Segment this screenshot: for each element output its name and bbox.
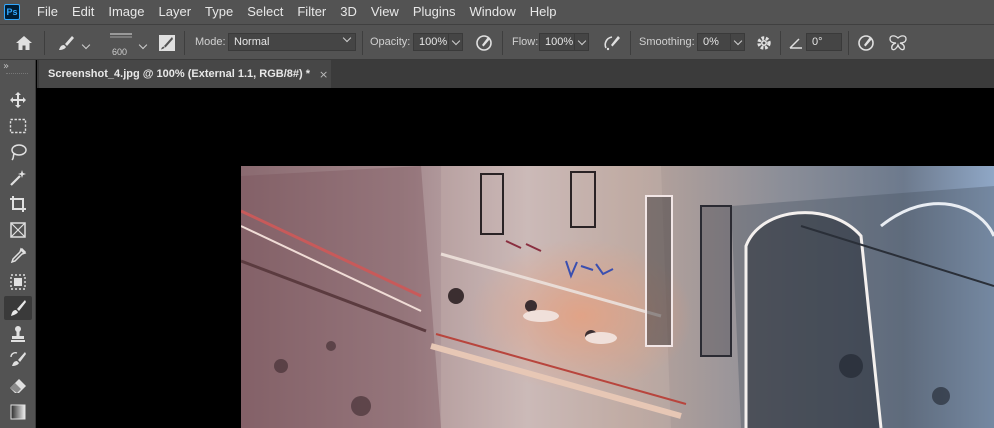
frame-icon[interactable] — [4, 218, 32, 242]
separator — [362, 31, 363, 55]
menu-view[interactable]: View — [364, 0, 406, 24]
opacity-input[interactable]: 100% — [413, 33, 449, 51]
airbrush-icon[interactable] — [602, 33, 622, 53]
blend-mode-value: Normal — [234, 36, 270, 48]
flow-label: Flow: — [512, 36, 539, 48]
document-tab-bar: Screenshot_4.jpg @ 100% (External 1.1, R… — [37, 60, 994, 88]
home-icon[interactable] — [14, 33, 34, 53]
rectangular-marquee-icon[interactable] — [4, 114, 32, 138]
separator — [848, 31, 849, 55]
brush-settings-panel-icon[interactable] — [157, 33, 177, 53]
painted-building-image — [241, 166, 994, 428]
menu-file[interactable]: File — [30, 0, 65, 24]
tools-panel: » — [0, 60, 36, 428]
menu-image[interactable]: Image — [101, 0, 151, 24]
pressure-size-icon[interactable] — [856, 33, 876, 53]
flow-dropdown[interactable] — [575, 33, 589, 51]
chevron-down-icon — [577, 36, 586, 46]
flow-input[interactable]: 100% — [539, 33, 575, 51]
angle-input[interactable]: 0° — [806, 33, 842, 51]
separator — [184, 31, 185, 55]
smoothing-label: Smoothing: — [639, 36, 695, 48]
pressure-opacity-icon[interactable] — [474, 33, 494, 53]
move-tool-icon[interactable] — [4, 88, 32, 112]
document-tab[interactable]: Screenshot_4.jpg @ 100% (External 1.1, R… — [39, 60, 331, 88]
smoothing-input[interactable]: 0% — [697, 33, 731, 51]
magic-wand-icon[interactable] — [4, 166, 32, 190]
chevron-down-icon — [342, 33, 352, 43]
opacity-label: Opacity: — [370, 36, 411, 48]
canvas-area[interactable] — [37, 88, 994, 428]
close-icon[interactable]: × — [319, 68, 328, 81]
history-brush-icon[interactable] — [4, 348, 32, 372]
menu-type[interactable]: Type — [198, 0, 240, 24]
separator — [630, 31, 631, 55]
brush-icon[interactable] — [4, 296, 32, 320]
brush-preset-icon[interactable] — [56, 33, 76, 53]
angle-icon — [786, 33, 806, 53]
options-bar: 600 Mode: Normal Opacity: 100% Flow: 100… — [0, 24, 994, 60]
menu-window[interactable]: Window — [462, 0, 522, 24]
gradient-icon[interactable] — [4, 400, 32, 424]
panel-grip[interactable] — [6, 73, 28, 75]
brush-tip-preview-icon[interactable] — [108, 29, 134, 43]
menu-bar: Ps File Edit Image Layer Type Select Fil… — [0, 0, 994, 24]
document-tab-title: Screenshot_4.jpg @ 100% (External 1.1, R… — [48, 68, 310, 80]
separator — [780, 31, 781, 55]
menu-select[interactable]: Select — [240, 0, 290, 24]
mode-label: Mode: — [195, 36, 226, 48]
document-image[interactable] — [241, 166, 994, 428]
clone-stamp-icon[interactable] — [4, 322, 32, 346]
crop-icon[interactable] — [4, 192, 32, 216]
smoothing-dropdown[interactable] — [731, 33, 745, 51]
blend-mode-select[interactable]: Normal — [228, 33, 356, 51]
chevron-down-icon — [733, 36, 742, 46]
menu-3d[interactable]: 3D — [333, 0, 364, 24]
healing-brush-icon[interactable] — [4, 270, 32, 294]
separator — [44, 31, 45, 55]
menu-edit[interactable]: Edit — [65, 0, 101, 24]
photoshop-logo: Ps — [4, 4, 20, 20]
lasso-icon[interactable] — [4, 140, 32, 164]
smoothing-options-gear-icon[interactable] — [754, 33, 774, 53]
separator — [502, 31, 503, 55]
eyedropper-icon[interactable] — [4, 244, 32, 268]
menu-layer[interactable]: Layer — [152, 0, 199, 24]
symmetry-butterfly-icon[interactable] — [888, 33, 908, 53]
brush-preset-chevron-down-icon[interactable] — [79, 33, 93, 53]
menu-help[interactable]: Help — [523, 0, 564, 24]
menu-plugins[interactable]: Plugins — [406, 0, 463, 24]
brush-size-chevron-down-icon[interactable] — [136, 33, 150, 53]
menu-filter[interactable]: Filter — [290, 0, 333, 24]
collapse-panel-icon[interactable]: » — [3, 61, 9, 72]
brush-size-value: 600 — [112, 47, 128, 57]
chevron-down-icon — [451, 36, 460, 46]
eraser-icon[interactable] — [4, 374, 32, 398]
opacity-dropdown[interactable] — [449, 33, 463, 51]
